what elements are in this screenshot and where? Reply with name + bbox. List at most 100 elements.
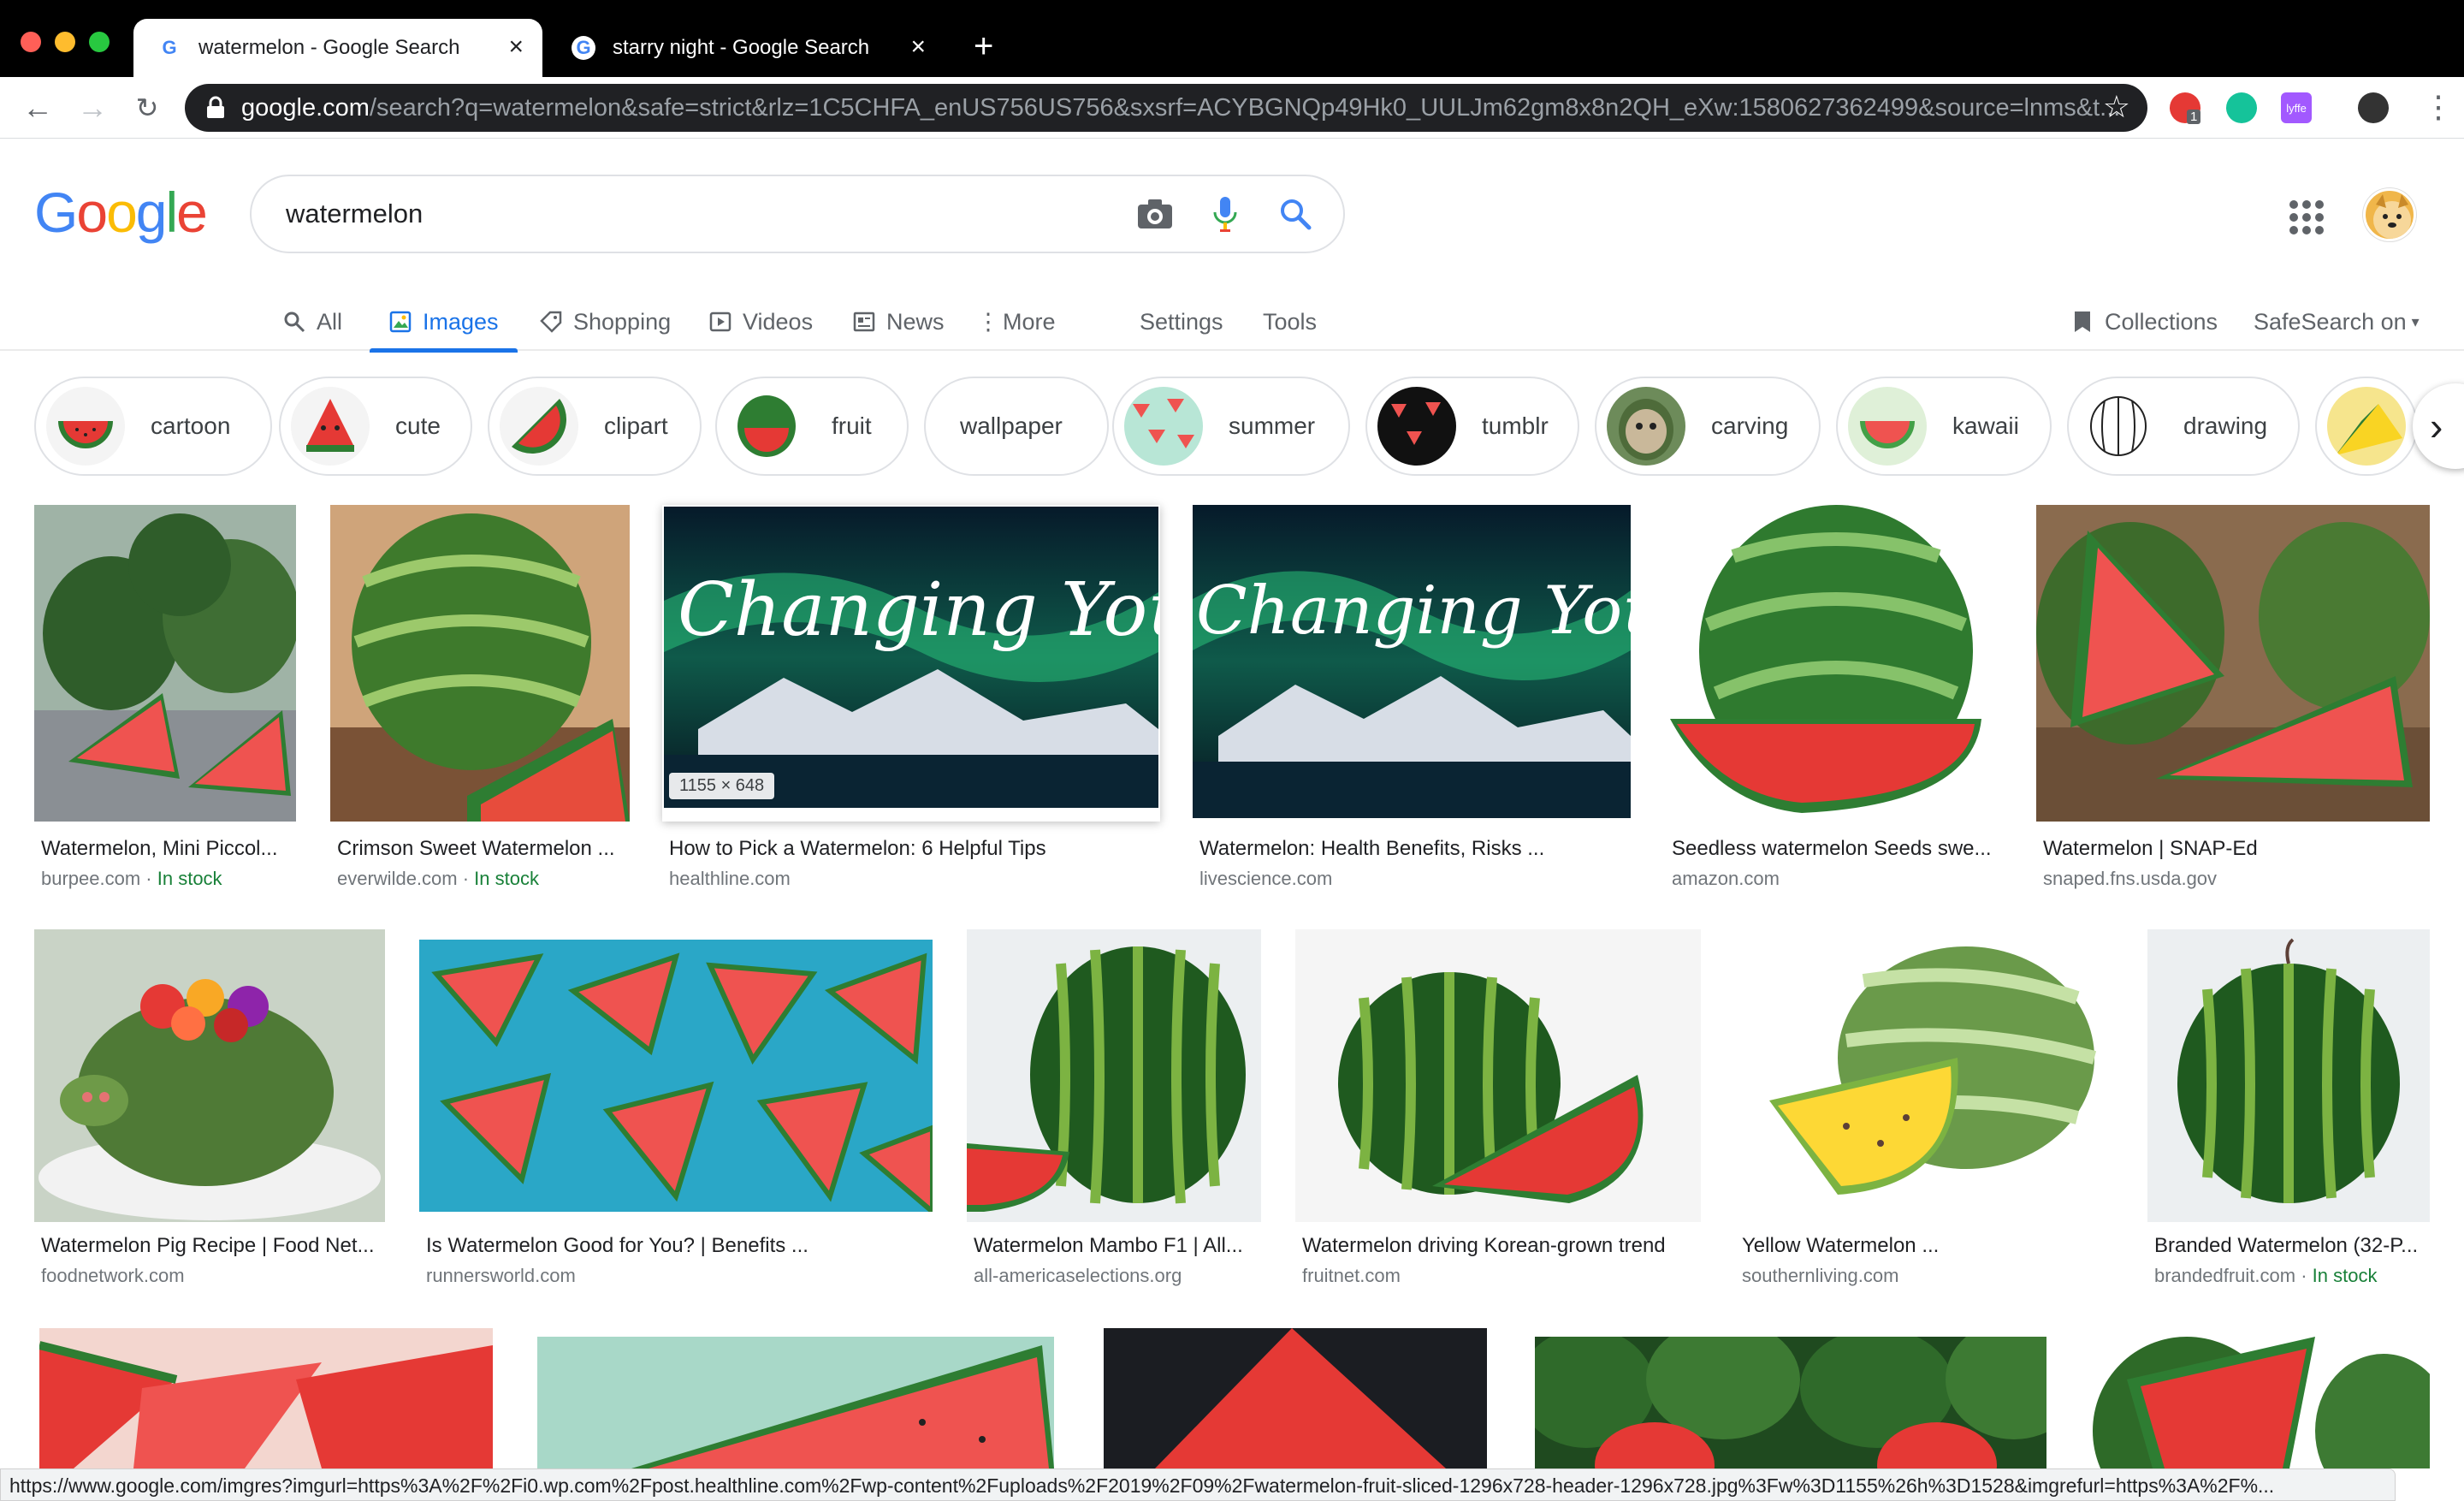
result-thumbnail[interactable]: [330, 505, 630, 822]
result-thumbnail[interactable]: [1735, 929, 2113, 1222]
result-source[interactable]: healthline.com: [669, 868, 791, 890]
result-source[interactable]: foodnetwork.com: [41, 1265, 185, 1287]
image-result[interactable]: Watermelon | SNAP-Ed snaped.fns.usda.gov: [2036, 505, 2430, 899]
result-title[interactable]: Watermelon | SNAP-Ed: [2043, 837, 2258, 861]
chip-wallpaper[interactable]: wallpaper: [924, 377, 1109, 476]
collections-link[interactable]: Collections: [2070, 298, 2218, 346]
result-source[interactable]: southernliving.com: [1742, 1265, 1898, 1287]
tab-videos[interactable]: Videos: [708, 298, 813, 346]
image-result[interactable]: [39, 1328, 493, 1468]
chip-summer[interactable]: summer: [1112, 377, 1350, 476]
result-thumbnail[interactable]: Changing Your Lyffe: [664, 507, 1158, 808]
google-apps-icon[interactable]: [2289, 200, 2324, 234]
image-result[interactable]: Changing Your Lyffe 1155 × 648 How to Pi…: [662, 505, 1160, 889]
chip-cute[interactable]: cute: [279, 377, 472, 476]
result-title[interactable]: Seedless watermelon Seeds swe...: [1672, 837, 2002, 861]
image-result[interactable]: Changing Your Lyffe Watermelon: Health B…: [1193, 505, 1631, 899]
chip-kawaii[interactable]: kawaii: [1836, 377, 2052, 476]
result-title[interactable]: Branded Watermelon (32-P...: [2154, 1234, 2431, 1258]
search-icon[interactable]: [1273, 192, 1318, 236]
result-thumbnail[interactable]: [34, 505, 296, 822]
result-source[interactable]: everwilde.com · In stock: [337, 868, 539, 890]
window-zoom-button[interactable]: [89, 32, 110, 52]
microphone-icon[interactable]: [1203, 192, 1247, 236]
result-thumbnail[interactable]: [2147, 929, 2430, 1222]
result-thumbnail[interactable]: [39, 1328, 493, 1468]
chip-drawing[interactable]: drawing: [2067, 377, 2300, 476]
chip-clipart[interactable]: clipart: [488, 377, 702, 476]
tab-close-icon[interactable]: ×: [910, 34, 926, 60]
result-title[interactable]: Watermelon: Health Benefits, Risks ...: [1199, 837, 1544, 861]
result-source[interactable]: runnersworld.com: [426, 1265, 576, 1287]
result-source[interactable]: brandedfruit.com · In stock: [2154, 1265, 2377, 1287]
window-close-button[interactable]: [21, 32, 41, 52]
result-thumbnail[interactable]: [537, 1337, 1054, 1468]
avatar[interactable]: [2363, 188, 2416, 241]
bookmark-star-icon[interactable]: ☆: [2103, 89, 2130, 125]
result-thumbnail[interactable]: [1295, 929, 1701, 1222]
tab-news[interactable]: News: [852, 298, 945, 346]
result-title[interactable]: How to Pick a Watermelon: 6 Helpful Tips: [669, 837, 1046, 861]
result-title[interactable]: Watermelon Mambo F1 | All...: [974, 1234, 1263, 1258]
result-thumbnail[interactable]: [1104, 1328, 1487, 1468]
chip-partial[interactable]: [2315, 377, 2418, 476]
reload-icon[interactable]: ↻: [127, 87, 168, 128]
result-title[interactable]: Yellow Watermelon ...: [1742, 1234, 1939, 1258]
chip-carving[interactable]: carving: [1595, 377, 1821, 476]
result-title[interactable]: Watermelon driving Korean-grown trend: [1302, 1234, 1666, 1258]
window-minimize-button[interactable]: [55, 32, 75, 52]
result-thumbnail[interactable]: [1535, 1337, 2046, 1468]
image-result[interactable]: Is Watermelon Good for You? | Benefits .…: [419, 929, 933, 1297]
tab-tools[interactable]: Tools: [1263, 298, 1317, 346]
tab-shopping[interactable]: Shopping: [539, 298, 671, 346]
image-result[interactable]: [2093, 1328, 2430, 1468]
image-result[interactable]: Watermelon Pig Recipe | Food Net... food…: [34, 929, 385, 1297]
profile-avatar-icon[interactable]: [2358, 92, 2389, 123]
result-source[interactable]: fruitnet.com: [1302, 1265, 1401, 1287]
result-source[interactable]: livescience.com: [1199, 868, 1332, 890]
result-source[interactable]: amazon.com: [1672, 868, 1780, 890]
result-source[interactable]: burpee.com · In stock: [41, 868, 222, 890]
result-thumbnail[interactable]: Changing Your Lyffe: [1193, 505, 1631, 818]
forward-arrow-icon[interactable]: →: [72, 87, 113, 128]
grammarly-extension-icon[interactable]: [2226, 92, 2257, 123]
result-thumbnail[interactable]: [419, 940, 933, 1212]
result-thumbnail[interactable]: [34, 929, 385, 1222]
image-result[interactable]: Seedless watermelon Seeds swe... amazon.…: [1665, 505, 2002, 899]
result-thumbnail[interactable]: [2036, 505, 2430, 822]
image-result[interactable]: Watermelon driving Korean-grown trend fr…: [1295, 929, 1701, 1297]
camera-icon[interactable]: [1133, 192, 1177, 236]
result-source[interactable]: snaped.fns.usda.gov: [2043, 868, 2217, 890]
result-thumbnail[interactable]: [967, 929, 1261, 1222]
result-title[interactable]: Watermelon Pig Recipe | Food Net...: [41, 1234, 387, 1258]
image-result[interactable]: Yellow Watermelon ... southernliving.com: [1735, 929, 2113, 1297]
chevron-right-icon[interactable]: ›: [2413, 383, 2464, 469]
back-arrow-icon[interactable]: ←: [17, 87, 58, 128]
image-result[interactable]: [1535, 1337, 2046, 1468]
tab-close-icon[interactable]: ×: [508, 34, 524, 60]
address-bar[interactable]: google.com/search?q=watermelon&safe=stri…: [185, 84, 2147, 132]
result-title[interactable]: Crimson Sweet Watermelon ...: [337, 837, 631, 861]
image-result[interactable]: Watermelon Mambo F1 | All... all-america…: [967, 929, 1261, 1297]
result-thumbnail[interactable]: [2093, 1328, 2430, 1468]
chip-fruit[interactable]: fruit: [715, 377, 909, 476]
browser-tab[interactable]: G starry night - Google Search ×: [548, 19, 945, 77]
result-source[interactable]: all-americaselections.org: [974, 1265, 1182, 1287]
image-result[interactable]: Branded Watermelon (32-P... brandedfruit…: [2147, 929, 2430, 1297]
tab-more[interactable]: ⋮ More: [977, 298, 1056, 346]
chip-tumblr[interactable]: tumblr: [1365, 377, 1579, 476]
safesearch-dropdown[interactable]: SafeSearch on ▾: [2254, 298, 2420, 346]
result-thumbnail[interactable]: [1665, 505, 2002, 822]
google-logo[interactable]: Google: [34, 180, 208, 245]
new-tab-plus-icon[interactable]: +: [974, 29, 993, 63]
image-result[interactable]: Watermelon, Mini Piccol... burpee.com · …: [34, 505, 296, 899]
result-title[interactable]: Watermelon, Mini Piccol...: [41, 837, 298, 861]
chip-cartoon[interactable]: cartoon: [34, 377, 272, 476]
result-title[interactable]: Is Watermelon Good for You? | Benefits .…: [426, 1234, 808, 1258]
tab-all[interactable]: All: [282, 298, 342, 346]
image-result[interactable]: [537, 1337, 1054, 1468]
lyffe-extension-icon[interactable]: lyffe: [2281, 92, 2312, 123]
image-result[interactable]: [1104, 1328, 1487, 1468]
tab-settings[interactable]: Settings: [1140, 298, 1223, 346]
browser-menu-icon[interactable]: ⋮: [2423, 89, 2454, 125]
